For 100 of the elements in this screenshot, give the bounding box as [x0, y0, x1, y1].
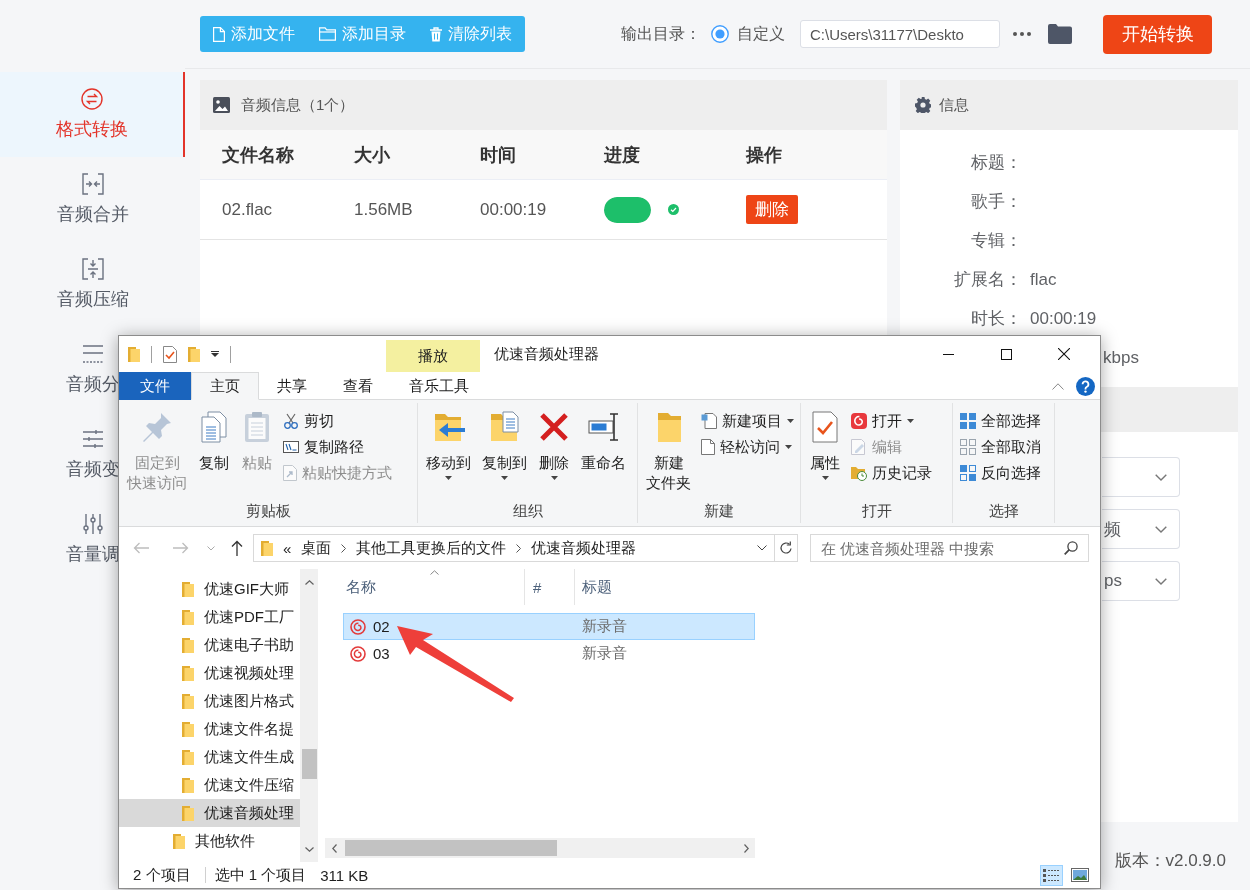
ribbon-tab[interactable]: 文件 — [119, 372, 191, 400]
chevron-down-icon[interactable] — [757, 545, 767, 551]
tree-item[interactable]: 优速文件压缩 — [119, 771, 300, 799]
ribbon-button[interactable]: 属性 — [806, 408, 844, 480]
arrow-document-icon — [283, 465, 297, 481]
ribbon-tab[interactable]: 主页 — [191, 372, 259, 400]
chevron-down-icon — [1155, 473, 1167, 481]
table-cell: 1.56MB — [354, 199, 413, 219]
folder-documents-icon — [488, 411, 521, 443]
ribbon-tab[interactable]: 音乐工具 — [391, 372, 487, 400]
breadcrumb[interactable]: 优速音频处理器 — [531, 538, 637, 558]
ribbon-button[interactable]: 删除 — [535, 408, 573, 480]
version-label: 版本：v2.0.9.0 — [1114, 849, 1226, 872]
folder-icon — [182, 693, 194, 709]
search-field[interactable]: 在 优速音频处理器 中搜索 — [810, 534, 1089, 562]
caret-icon[interactable] — [211, 351, 219, 357]
path-field[interactable]: C:\Users\31177\Deskto — [800, 20, 1000, 48]
file-row[interactable]: 02 新录音 — [343, 613, 755, 640]
sidebar-item[interactable]: 音频变 — [65, 428, 120, 481]
tree-item[interactable]: 优速文件名提 — [119, 715, 300, 743]
caret-icon — [550, 476, 558, 480]
tree-item[interactable]: 优速电子书助 — [119, 631, 300, 659]
tree-item[interactable]: 优速文件生成 — [119, 743, 300, 771]
text-box-icon — [283, 441, 299, 453]
tree-item[interactable]: 优速PDF工厂 — [119, 603, 300, 631]
folder-icon — [182, 637, 194, 653]
ribbon-button[interactable]: 历史记录 — [849, 460, 934, 486]
sidebar-item[interactable]: 音频合并 — [56, 173, 129, 226]
folder-icon — [182, 805, 194, 821]
ribbon-button[interactable]: 全部选择 — [958, 408, 1043, 434]
more-icon[interactable] — [1013, 32, 1031, 36]
ribbon-button[interactable]: 全部取消 — [958, 434, 1043, 460]
ribbon-button[interactable]: 打开 — [849, 408, 934, 434]
ribbon-button[interactable]: 反向选择 — [958, 460, 1043, 486]
breadcrumb[interactable]: 桌面 — [301, 538, 332, 558]
column-header: 操作 — [746, 144, 782, 165]
ribbon-button[interactable]: 新建 文件夹 — [643, 408, 694, 493]
check-document-icon[interactable] — [163, 345, 177, 363]
scroll-right-icon[interactable] — [743, 843, 749, 853]
tree-item[interactable]: 其他软件 — [119, 827, 300, 855]
swirl-icon — [350, 645, 366, 662]
column-header: 文件名称 — [222, 144, 294, 165]
folder-icon[interactable] — [1048, 24, 1072, 44]
caret-icon — [787, 419, 794, 423]
ribbon-button[interactable]: 复制路径 — [281, 434, 394, 460]
folder-icon — [182, 665, 194, 681]
ribbon-button[interactable]: 复制到 — [479, 408, 530, 480]
document-icon — [701, 439, 715, 455]
radio-icon[interactable] — [711, 25, 729, 43]
refresh-icon[interactable] — [779, 541, 793, 555]
ribbon-button[interactable]: 新建项目 — [699, 408, 796, 434]
column-header[interactable]: # — [525, 569, 575, 605]
close-icon[interactable] — [1058, 348, 1070, 360]
field-label: 标题： — [971, 153, 1022, 172]
chevron-right-icon — [341, 543, 347, 553]
sidebar-item[interactable]: 音频分 — [65, 343, 120, 396]
ribbon-tab[interactable]: 共享 — [259, 372, 325, 400]
swirl-icon — [350, 618, 366, 635]
tree-item[interactable]: 优速音频处理 — [119, 799, 300, 827]
tree-item[interactable]: 优速图片格式 — [119, 687, 300, 715]
minimize-icon[interactable] — [942, 353, 954, 355]
scrollbar-thumb[interactable] — [345, 840, 557, 856]
view-button[interactable] — [1040, 864, 1063, 886]
maximize-icon[interactable] — [1000, 348, 1012, 360]
ribbon-button[interactable]: 轻松访问 — [699, 434, 796, 460]
tree-item[interactable]: 优速视频处理 — [119, 659, 300, 687]
breadcrumb[interactable]: 其他工具更换后的文件 — [356, 538, 507, 558]
file-title: 新录音 — [582, 644, 627, 661]
scroll-left-icon[interactable] — [331, 843, 337, 853]
ribbon-tab[interactable]: 查看 — [325, 372, 391, 400]
up-arrow-icon[interactable] — [231, 540, 243, 556]
ribbon-button[interactable]: 移动到 — [423, 408, 474, 480]
column-header[interactable]: 名称 — [343, 569, 525, 605]
chevron-up-icon[interactable] — [1052, 382, 1064, 390]
folder-icon — [182, 581, 194, 597]
ribbon-button[interactable]: 剪切 — [281, 408, 394, 434]
ribbon-group-label: 剪贴板 — [245, 501, 291, 521]
delete-button[interactable]: 删除 — [746, 195, 798, 224]
field-value: kbps — [1103, 348, 1139, 367]
column-header[interactable]: 标题 — [575, 569, 755, 605]
ribbon-button[interactable]: 重命名 — [578, 408, 629, 473]
scroll-down-icon[interactable] — [304, 846, 314, 852]
sidebar-item[interactable]: 音量调 — [65, 513, 120, 566]
swap-circle-icon — [80, 88, 103, 110]
dropdown[interactable]: 频 — [1102, 509, 1180, 549]
overflow-button[interactable]: « — [283, 539, 292, 557]
address-bar[interactable]: « 桌面 其他工具更换后的文件 优速音频处理器 — [253, 534, 775, 562]
tree-item[interactable]: 优速GIF大师 — [119, 575, 300, 603]
file-row[interactable]: 03 新录音 — [343, 640, 755, 667]
scrollbar-thumb[interactable] — [301, 749, 317, 779]
sidebar-item[interactable]: 音频压缩 — [56, 258, 129, 311]
progress-bar — [604, 196, 651, 223]
ribbon-button[interactable]: 复制 — [195, 408, 233, 473]
scroll-up-icon[interactable] — [304, 579, 314, 585]
help-icon[interactable] — [1076, 376, 1095, 396]
image-icon — [213, 97, 230, 113]
dropdown[interactable]: ps — [1102, 561, 1180, 601]
radio-option[interactable]: 自定义 — [711, 23, 785, 45]
caret-icon — [907, 419, 914, 423]
start-button[interactable]: 开始转换 — [1103, 14, 1212, 54]
